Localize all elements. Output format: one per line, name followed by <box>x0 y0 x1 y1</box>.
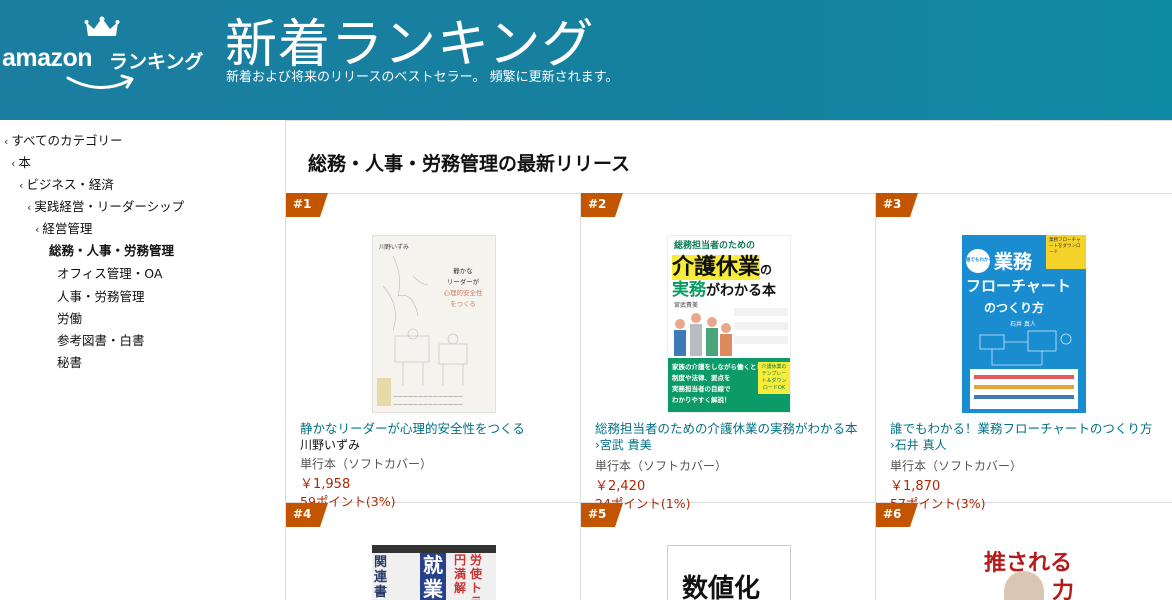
chevron-left-icon: ‹ <box>35 223 40 236</box>
product-price: ￥1,870 <box>890 479 941 494</box>
chevron-left-icon: ‹ <box>4 135 9 148</box>
product-cover-image[interactable]: 関連書 就業 労使トラ 円満解 <box>372 545 496 600</box>
svg-text:ーーーーーーーーーーーーーー: ーーーーーーーーーーーーーー <box>393 403 463 409</box>
product-author-link[interactable]: ›宮武 貴美 <box>595 436 652 453</box>
product-cover-image[interactable]: 総務担当者のための 介護休業の 実務がわかる本 宮武貴美 家族の介護をしながら働… <box>667 235 791 413</box>
rank-badge: #1 <box>286 193 328 217</box>
product-author: 川野いずみ <box>300 438 361 452</box>
sidebar-item-secretary[interactable]: 秘書 <box>57 352 82 371</box>
product-format: 単行本（ソフトカバー） <box>595 459 728 473</box>
product-cover-image[interactable]: 数値化 <box>667 545 791 600</box>
sidebar-item-all-categories[interactable]: ‹ すべてのカテゴリー <box>4 130 123 149</box>
sidebar-item-books[interactable]: ‹ 本 <box>11 152 31 171</box>
product-price: ￥1,958 <box>300 477 351 492</box>
product-title-link[interactable]: 総務担当者のための介護休業の実務がわかる本 <box>595 418 870 437</box>
svg-text:ーーーーーーーーーーーーーー: ーーーーーーーーーーーーーー <box>393 395 463 401</box>
sidebar-item-office-management[interactable]: オフィス管理・OA <box>57 263 162 282</box>
product-cover-image[interactable]: 誰でもわかる! 業務 業務フローチャートをダウンロード フローチャート のつくり… <box>962 235 1086 413</box>
sidebar-item-management[interactable]: ‹ 経営管理 <box>35 218 92 237</box>
product-title-link[interactable]: 静かなリーダーが心理的安全性をつくる <box>300 418 575 437</box>
cover-illustration <box>970 330 1078 409</box>
sidebar-item-hr-labor[interactable]: 人事・労務管理 <box>57 286 145 305</box>
product-author-link[interactable]: ›石井 真人 <box>890 436 947 453</box>
rank-badge: #2 <box>581 193 623 217</box>
product-card-3: #3 誰でもわかる! 業務 業務フローチャートをダウンロード フローチャート の… <box>876 193 1171 511</box>
product-card-2: #2 総務担当者のための 介護休業の 実務がわかる本 宮武貴美 家族の介護をしな… <box>581 193 876 511</box>
product-card-6: #6 推される 力 <box>876 503 1171 600</box>
product-card-1: #1 川野いずみ 静かな リーダーが 心理的安全性 をつくる ーーーーーーーーー… <box>286 193 581 509</box>
sidebar-item-business-economics[interactable]: ‹ ビジネス・経済 <box>19 174 114 193</box>
chevron-left-icon: ‹ <box>11 157 16 170</box>
page-banner: amazon ランキング 新着ランキング 新着および将来のリリースのベストセラー… <box>0 0 1172 120</box>
ranking-main: 総務・人事・労務管理の最新リリース #1 川野いずみ 静かな リーダーが 心理的… <box>286 120 1172 600</box>
product-format: 単行本（ソフトカバー） <box>890 459 1023 473</box>
product-cover-image[interactable]: 川野いずみ 静かな リーダーが 心理的安全性 をつくる ーーーーーーーーーーーー… <box>372 235 496 413</box>
page-subtitle: 新着および将来のリリースのベストセラー。 頻繁に更新されます。 <box>226 70 619 85</box>
cover-illustration <box>674 308 788 356</box>
rank-badge: #6 <box>876 503 918 527</box>
amazon-ranking-logo[interactable]: amazon ランキング <box>2 16 212 96</box>
section-heading: 総務・人事・労務管理の最新リリース <box>308 153 631 175</box>
logo-wordmark: amazon <box>2 44 93 72</box>
sidebar-item-reference[interactable]: 参考図書・白書 <box>57 330 145 349</box>
cover-illustration: ーーーーーーーーーーーーーー ーーーーーーーーーーーーーー <box>377 255 468 409</box>
rank-badge: #3 <box>876 193 918 217</box>
crown-icon <box>84 16 120 36</box>
product-cover-image[interactable]: 推される 力 <box>962 545 1086 600</box>
product-card-4: #4 関連書 就業 労使トラ 円満解 <box>286 503 581 600</box>
chevron-left-icon: ‹ <box>27 201 32 214</box>
sidebar-item-current-category: 総務・人事・労務管理 <box>49 243 175 258</box>
chevron-left-icon: ‹ <box>19 179 24 192</box>
smile-arrow-icon <box>66 74 134 90</box>
product-format: 単行本（ソフトカバー） <box>300 457 433 471</box>
product-price: ￥2,420 <box>595 479 646 494</box>
cover-band: 家族の介護をしながら働くときの 制度や法律、要点を 実務担当者の目線で わかりや… <box>668 358 790 412</box>
category-sidebar: ‹ すべてのカテゴリー ‹ 本 ‹ ビジネス・経済 ‹ 実践経営・リーダーシップ ‹ 経営… <box>0 120 286 600</box>
rank-badge: #5 <box>581 503 623 527</box>
product-title-link[interactable]: 誰でもわかる！業務フローチャートのつくり方 <box>890 418 1165 437</box>
logo-ranking-text: ランキング <box>109 51 204 73</box>
product-card-5: #5 数値化 <box>581 503 876 600</box>
rank-badge: #4 <box>286 503 328 527</box>
sidebar-item-labor[interactable]: 労働 <box>57 308 82 327</box>
sidebar-item-practical-management[interactable]: ‹ 実践経営・リーダーシップ <box>27 196 184 215</box>
